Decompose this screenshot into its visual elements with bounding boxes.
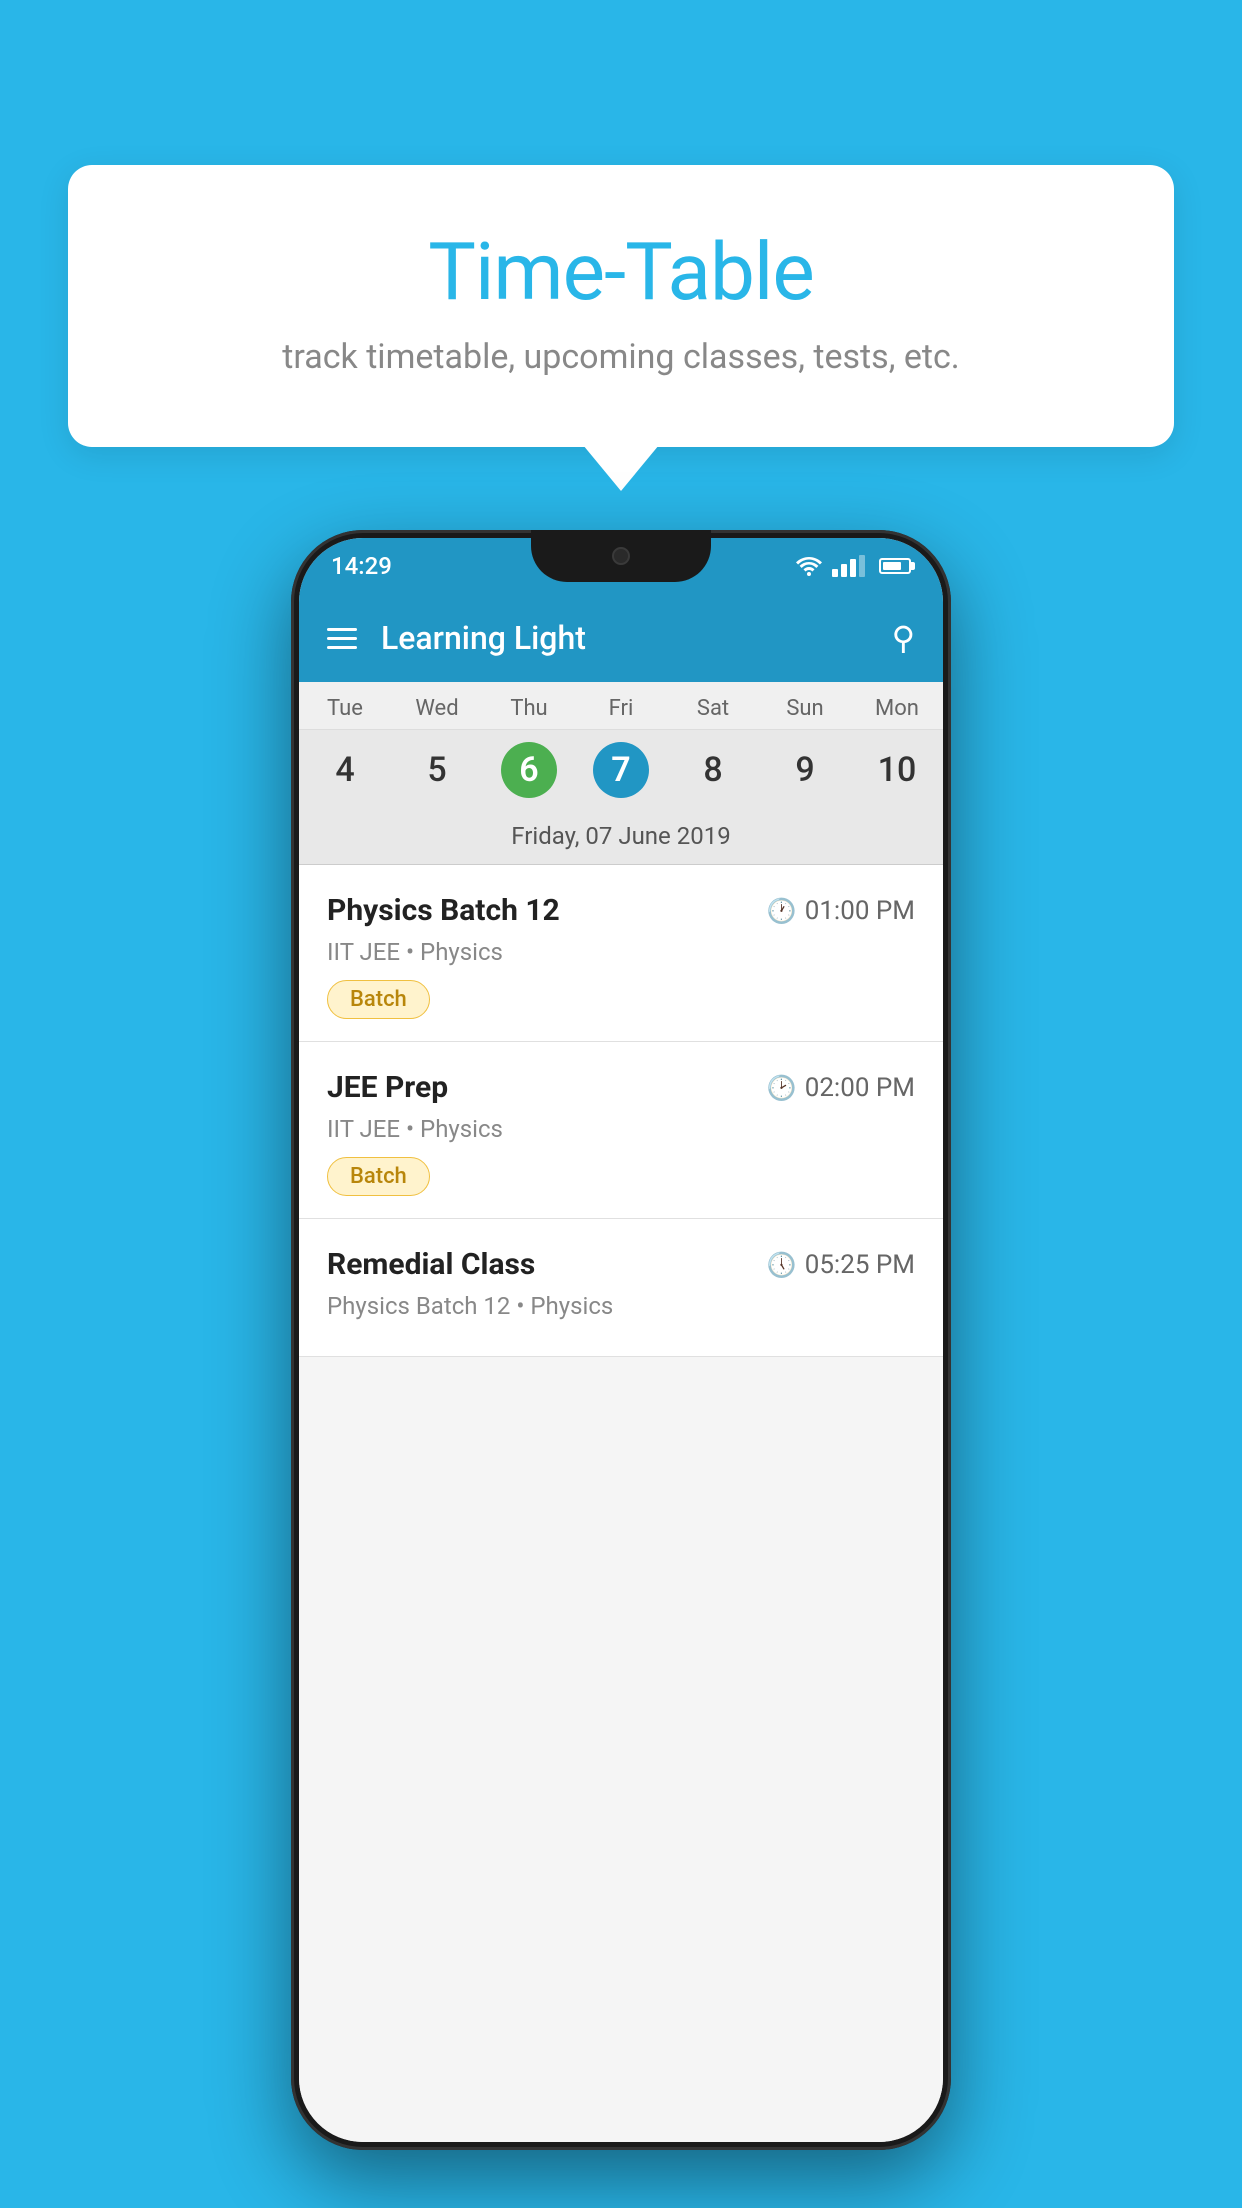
schedule-title-2: JEE Prep xyxy=(327,1070,448,1105)
day-header-wed[interactable]: Wed xyxy=(391,682,483,729)
schedule-title-3: Remedial Class xyxy=(327,1247,535,1282)
day-4[interactable]: 4 xyxy=(299,750,391,790)
phone-mockup: 14:29 xyxy=(291,530,951,2150)
schedule-time-2: 🕑 02:00 PM xyxy=(767,1073,915,1103)
schedule-time-1: 🕐 01:00 PM xyxy=(767,896,915,926)
day-headers: Tue Wed Thu Fri Sat Sun Mon xyxy=(299,682,943,730)
calendar-strip: Tue Wed Thu Fri Sat Sun Mon 4 5 6 7 xyxy=(299,682,943,865)
day-8[interactable]: 8 xyxy=(667,750,759,790)
day-header-sat[interactable]: Sat xyxy=(667,682,759,729)
phone-notch xyxy=(531,530,711,582)
schedule-item-remedial[interactable]: Remedial Class 🕔 05:25 PM Physics Batch … xyxy=(299,1219,943,1357)
app-title: Learning Light xyxy=(381,619,892,657)
schedule-item-header-3: Remedial Class 🕔 05:25 PM xyxy=(327,1247,915,1282)
schedule-meta-3: Physics Batch 12 • Physics xyxy=(327,1292,915,1320)
day-10[interactable]: 10 xyxy=(851,750,943,790)
day-header-fri[interactable]: Fri xyxy=(575,682,667,729)
clock-icon-2: 🕑 xyxy=(767,1074,797,1102)
schedule-list: Physics Batch 12 🕐 01:00 PM IIT JEE • Ph… xyxy=(299,865,943,2142)
app-bar: Learning Light ⚲ xyxy=(299,594,943,682)
phone-frame: 14:29 xyxy=(291,530,951,2150)
day-6[interactable]: 6 xyxy=(483,742,575,798)
schedule-item-header-1: Physics Batch 12 🕐 01:00 PM xyxy=(327,893,915,928)
speech-bubble: Time-Table track timetable, upcoming cla… xyxy=(68,165,1174,447)
phone-screen: 14:29 xyxy=(299,538,943,2142)
day-header-thu[interactable]: Thu xyxy=(483,682,575,729)
day-7[interactable]: 7 xyxy=(575,742,667,798)
status-time: 14:29 xyxy=(331,552,392,580)
status-icons xyxy=(796,555,911,577)
batch-badge-2: Batch xyxy=(327,1157,430,1196)
clock-icon-3: 🕔 xyxy=(767,1251,797,1279)
hamburger-menu-icon[interactable] xyxy=(327,628,357,649)
day-header-mon[interactable]: Mon xyxy=(851,682,943,729)
schedule-item-jee-prep[interactable]: JEE Prep 🕑 02:00 PM IIT JEE • Physics Ba… xyxy=(299,1042,943,1219)
battery-icon xyxy=(879,558,911,574)
schedule-meta-1: IIT JEE • Physics xyxy=(327,938,915,966)
selected-date-label: Friday, 07 June 2019 xyxy=(299,814,943,865)
schedule-item-header-2: JEE Prep 🕑 02:00 PM xyxy=(327,1070,915,1105)
day-numbers: 4 5 6 7 8 9 10 xyxy=(299,730,943,814)
search-icon[interactable]: ⚲ xyxy=(892,619,915,657)
schedule-item-physics-batch[interactable]: Physics Batch 12 🕐 01:00 PM IIT JEE • Ph… xyxy=(299,865,943,1042)
day-header-tue[interactable]: Tue xyxy=(299,682,391,729)
schedule-meta-2: IIT JEE • Physics xyxy=(327,1115,915,1143)
front-camera xyxy=(612,547,630,565)
day-5[interactable]: 5 xyxy=(391,750,483,790)
schedule-time-3: 🕔 05:25 PM xyxy=(767,1250,915,1280)
bubble-title: Time-Table xyxy=(118,225,1124,319)
batch-badge-1: Batch xyxy=(327,980,430,1019)
signal-icon xyxy=(832,555,865,577)
day-header-sun[interactable]: Sun xyxy=(759,682,851,729)
day-9[interactable]: 9 xyxy=(759,750,851,790)
bubble-subtitle: track timetable, upcoming classes, tests… xyxy=(118,337,1124,377)
schedule-title-1: Physics Batch 12 xyxy=(327,893,560,928)
wifi-icon xyxy=(796,556,822,576)
clock-icon-1: 🕐 xyxy=(767,897,797,925)
